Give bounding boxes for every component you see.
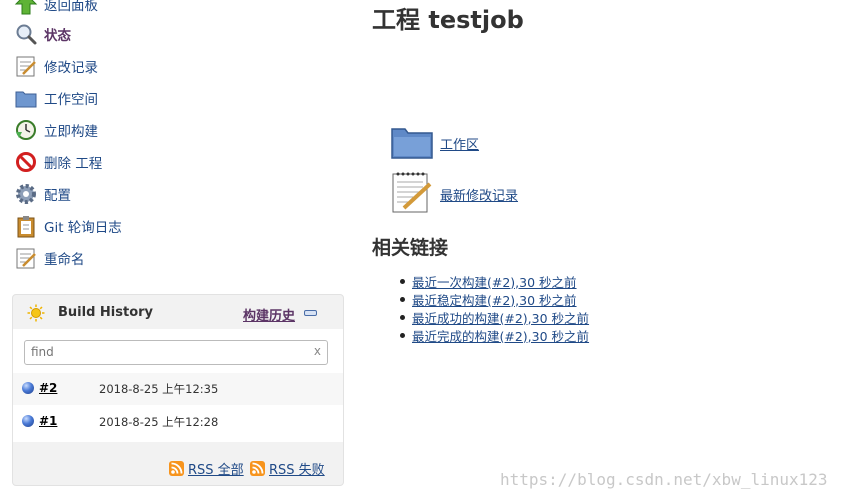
last-build-link[interactable]: 最近一次构建(#2),30 秒之前 [412,272,577,291]
clock-build-icon [14,118,38,142]
gear-icon [14,182,38,206]
list-item: 最近稳定构建(#2),30 秒之前 [400,290,589,308]
page-title: 工程 testjob [372,6,524,34]
last-completed-build-link[interactable]: 最近完成的构建(#2),30 秒之前 [412,326,589,345]
rss-all-label: RSS 全部 [188,463,244,478]
rename-link[interactable]: 重命名 [14,246,85,270]
task-label: 返回面板 [44,0,98,14]
build-number-link[interactable]: #2 [39,381,57,395]
list-item: 最近完成的构建(#2),30 秒之前 [400,326,589,344]
build-history-body: x #2 2018-8-25 上午12:35 #1 2018-8-25 上午12… [13,329,343,442]
workspace-link[interactable]: 工作空间 [14,86,98,110]
build-history-header: Build History 构建历史 [13,295,343,329]
task-label: Git 轮询日志 [44,220,122,236]
back-to-dashboard-link[interactable]: 返回面板 [14,0,98,16]
related-links-list: 最近一次构建(#2),30 秒之前 最近稳定构建(#2),30 秒之前 最近成功… [400,272,589,344]
build-status-blue-ball-icon [22,415,34,427]
git-polling-log-link[interactable]: Git 轮询日志 [14,214,122,238]
watermark: https://blog.csdn.net/xbw_linux123 [500,470,828,489]
large-folder-icon [390,121,434,165]
build-row: #2 2018-8-25 上午12:35 [13,373,343,405]
task-label: 状态 [44,28,71,44]
changes-link[interactable]: 修改记录 [14,54,98,78]
large-notepad-icon [390,170,434,218]
task-label: 修改记录 [44,60,98,76]
clipboard-icon [14,214,38,238]
task-label: 工作空间 [44,92,98,108]
build-search-input[interactable] [25,341,301,363]
build-history-title: Build History [58,305,154,320]
task-label: 配置 [44,188,71,204]
recent-changes-item[interactable]: 最新修改记录 [390,170,518,218]
build-history-panel: Build History 构建历史 x #2 2018-8-25 上午12:3… [12,294,344,486]
collapse-icon[interactable] [304,310,317,316]
list-item: 最近成功的构建(#2),30 秒之前 [400,308,589,326]
magnifier-icon [14,22,38,46]
notepad-icon [14,246,38,270]
rss-failed-label: RSS 失败 [269,463,325,478]
rss-icon [250,461,265,476]
last-stable-build-link[interactable]: 最近稳定构建(#2),30 秒之前 [412,290,577,309]
folder-icon [14,86,38,110]
recent-changes-link[interactable]: 最新修改记录 [440,185,518,204]
bullet [400,314,405,320]
build-date-link[interactable]: 2018-8-25 上午12:35 [99,381,218,397]
related-links-heading: 相关链接 [372,237,449,259]
task-label: 立即构建 [44,124,98,140]
bullet [400,296,405,302]
build-date-link[interactable]: 2018-8-25 上午12:28 [99,414,218,430]
build-history-footer: RSS 全部 RSS 失败 [13,442,343,485]
rss-all-link[interactable]: RSS 全部 [169,459,244,478]
no-entry-icon [14,150,38,174]
build-row: #1 2018-8-25 上午12:28 [13,406,343,438]
clear-search-icon[interactable]: x [314,344,321,358]
task-label: 重命名 [44,252,85,268]
rss-icon [169,461,184,476]
sun-icon [27,304,45,326]
bullet [400,332,405,338]
list-item: 最近一次构建(#2),30 秒之前 [400,272,589,290]
configure-link[interactable]: 配置 [14,182,71,206]
bullet [400,278,405,284]
workspace-item[interactable]: 工作区 [390,121,479,165]
build-search-box: x [24,340,328,365]
up-arrow-icon [14,0,38,16]
last-successful-build-link[interactable]: 最近成功的构建(#2),30 秒之前 [412,308,589,327]
rss-failed-link[interactable]: RSS 失败 [250,459,325,478]
delete-project-link[interactable]: 删除 工程 [14,150,102,174]
status-link[interactable]: 状态 [14,22,71,46]
build-now-link[interactable]: 立即构建 [14,118,98,142]
build-trend-link[interactable]: 构建历史 [243,305,295,324]
workspace-link[interactable]: 工作区 [440,134,479,153]
notepad-icon [14,54,38,78]
build-status-blue-ball-icon [22,382,34,394]
task-label: 删除 工程 [44,156,103,172]
build-number-link[interactable]: #1 [39,414,57,428]
